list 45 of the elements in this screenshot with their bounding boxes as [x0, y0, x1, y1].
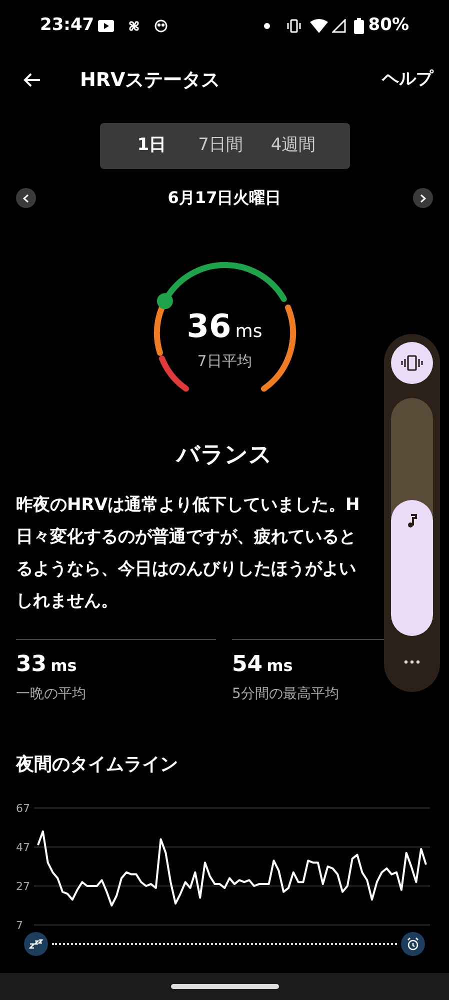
hrv-value: 36	[186, 306, 232, 347]
ringer-mode-button[interactable]	[391, 342, 433, 384]
period-tab[interactable]: 1日	[129, 133, 174, 159]
signal-icon	[332, 19, 346, 33]
battery-percent: 80%	[368, 14, 409, 38]
description-line: しれません。	[16, 590, 118, 612]
stat-label: 5分間の最高平均	[232, 686, 339, 702]
axis-label: 67	[16, 802, 30, 814]
page-title: HRVステータス	[80, 68, 220, 93]
more-icon	[404, 660, 420, 664]
wifi-icon	[310, 19, 328, 33]
clock: 23:47	[40, 14, 94, 38]
next-day-button[interactable]	[413, 188, 433, 208]
vibrate-icon	[401, 355, 423, 371]
volume-slider[interactable]	[391, 398, 433, 636]
previous-day-button[interactable]	[16, 188, 36, 208]
music-note-icon	[407, 514, 417, 528]
stat-value: 54	[232, 650, 263, 678]
period-tab[interactable]: 7日間	[194, 133, 247, 159]
gauge-caption: 7日平均	[197, 350, 252, 372]
axis-label: 7	[16, 918, 23, 932]
vibrate-icon	[286, 19, 302, 33]
stat-unit: ms	[266, 654, 293, 676]
stat-label: 一晩の平均	[16, 686, 86, 702]
sleep-icon	[24, 932, 48, 956]
date-label: 6月17日火曜日	[168, 187, 282, 209]
play-icon	[98, 20, 114, 32]
stat-value: 33	[16, 650, 47, 678]
description-line: るようなら、今日はのんびりしたほうがよい	[16, 558, 356, 580]
description-line: 昨夜のHRVは通常より低下していました。H	[16, 494, 360, 516]
period-tab[interactable]: 4週間	[266, 133, 320, 159]
description-line: 日々変化するのが普通ですが、疲れていると	[16, 526, 356, 548]
timeline-title: 夜間のタイムライン	[16, 754, 178, 774]
chevron-left-icon	[23, 194, 29, 202]
back-arrow-icon	[23, 72, 41, 88]
battery-icon	[354, 18, 364, 34]
help-link[interactable]: ヘルプ	[382, 67, 433, 93]
alarm-clock-icon	[401, 932, 425, 956]
axis-label: 47	[16, 840, 30, 854]
stat-unit: ms	[50, 654, 77, 676]
hrv-unit: ms	[235, 320, 262, 344]
chevron-right-icon	[420, 194, 426, 202]
dot-icon	[264, 23, 270, 29]
status-heading: バランス	[176, 441, 272, 470]
axis-label: 27	[16, 880, 30, 892]
